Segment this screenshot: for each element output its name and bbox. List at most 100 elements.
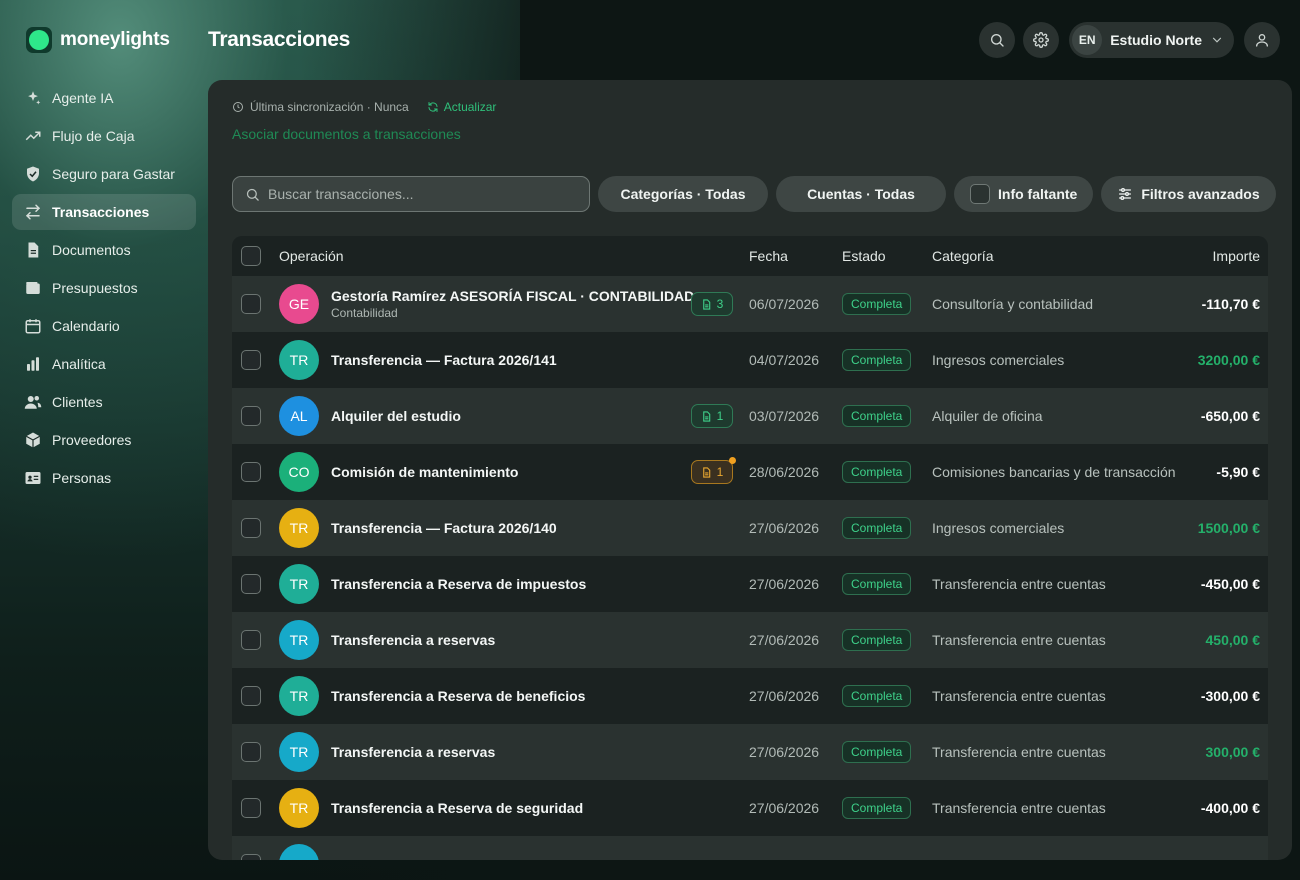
sidebar-item-documentos[interactable]: Documentos [12, 232, 196, 268]
header-amount[interactable]: Importe [1213, 248, 1260, 264]
table-row[interactable]: GE Gestoría Ramírez ASESORÍA FISCAL · CON… [232, 276, 1268, 332]
row-checkbox[interactable] [241, 798, 261, 818]
row-checkbox[interactable] [241, 574, 261, 594]
date-cell: 27/06/2026 [749, 632, 820, 648]
sidebar-item-personas[interactable]: Personas [12, 460, 196, 496]
sidebar-item-proveedores[interactable]: Proveedores [12, 422, 196, 458]
status-badge: Completa [842, 349, 912, 371]
refresh-label: Actualizar [443, 100, 497, 114]
table-row[interactable]: CO Comisión de mantenimiento 1 28/06/2026 Co… [232, 444, 1268, 500]
sidebar-item-label: Clientes [52, 394, 103, 410]
user-profile-button[interactable] [1244, 22, 1280, 58]
refresh-button[interactable]: Actualizar [427, 100, 497, 114]
category-cell[interactable]: Alquiler de oficina [932, 408, 1182, 424]
category-cell[interactable]: Transferencia entre cuentas [932, 744, 1182, 760]
row-checkbox[interactable] [241, 686, 261, 706]
category-cell[interactable]: Transferencia entre cuentas [932, 576, 1182, 592]
category-cell[interactable]: Ingresos comerciales [932, 352, 1182, 368]
category-cell[interactable]: Comisiones bancarias y de transacción [932, 464, 1182, 480]
row-checkbox[interactable] [241, 742, 261, 762]
date-cell: 27/06/2026 [749, 576, 820, 592]
category-cell[interactable]: Ingresos comerciales [932, 520, 1182, 536]
categories-filter[interactable]: Categorías · Todas [598, 176, 768, 212]
amount-cell: 300,00 € [1205, 744, 1261, 760]
table-row[interactable]: TR Transferencia a Reserva de beneficios 2… [232, 668, 1268, 724]
organization-switcher[interactable]: EN Estudio Norte [1069, 22, 1234, 58]
sidebar-item-transacciones[interactable]: Transacciones [12, 194, 196, 230]
accounts-filter[interactable]: Cuentas · Todas [776, 176, 946, 212]
avatar: GE [279, 284, 319, 324]
table-row[interactable]: TR Transferencia a Reserva de impuestos 27… [232, 556, 1268, 612]
row-checkbox[interactable] [241, 462, 261, 482]
row-checkbox[interactable] [241, 854, 261, 860]
row-checkbox[interactable] [241, 350, 261, 370]
missing-info-toggle[interactable]: Info faltante [954, 176, 1094, 212]
sidebar-item-clientes[interactable]: Clientes [12, 384, 196, 420]
sidebar-item-presupuestos[interactable]: Presupuestos [12, 270, 196, 306]
sliders-icon [1119, 188, 1132, 200]
id-card-icon [24, 469, 42, 487]
table-row[interactable]: TR Transferencia — Factura 2026/141 04/07/… [232, 332, 1268, 388]
avatar [279, 844, 319, 860]
date-cell: 04/07/2026 [749, 352, 820, 368]
status-badge: Completa [842, 405, 912, 427]
documents-count: 3 [716, 297, 724, 311]
page-title: Transacciones [208, 28, 351, 51]
sidebar-item-flujo-de-caja[interactable]: Flujo de Caja [12, 118, 196, 154]
table-row[interactable] [232, 836, 1268, 860]
missing-info-checkbox[interactable] [970, 184, 990, 204]
advanced-filters-button[interactable]: Filtros avanzados [1101, 176, 1276, 212]
sidebar-item-agente-ia[interactable]: Agente IA [12, 80, 196, 116]
row-checkbox[interactable] [241, 630, 261, 650]
document-icon [701, 410, 712, 422]
table-row[interactable]: AL Alquiler del estudio 1 03/07/2026 Complet… [232, 388, 1268, 444]
documents-badge[interactable]: 1 [691, 457, 736, 484]
header-operation[interactable]: Operación [279, 248, 344, 264]
sidebar-item-calendario[interactable]: Calendario [12, 308, 196, 344]
header-date[interactable]: Fecha [749, 248, 788, 264]
category-cell[interactable]: Transferencia entre cuentas [932, 800, 1182, 816]
header-status[interactable]: Estado [842, 248, 886, 264]
category-cell[interactable]: Transferencia entre cuentas [932, 632, 1182, 648]
sidebar-item-seguro-para-gastar[interactable]: Seguro para Gastar [12, 156, 196, 192]
header-actions: EN Estudio Norte [979, 22, 1280, 58]
user-icon [1256, 34, 1268, 47]
category-cell[interactable]: Consultoría y contabilidad [932, 296, 1182, 312]
documents-badge[interactable]: 3 [691, 292, 733, 316]
table-row[interactable]: TR Transferencia — Factura 2026/140 27/06/… [232, 500, 1268, 556]
row-checkbox[interactable] [241, 294, 261, 314]
operation-cell: Transferencia a Reserva de seguridad [331, 800, 583, 816]
sidebar: moneylights Agente IA Flujo de Caja Seguro… [0, 0, 208, 880]
table-row[interactable]: TR Transferencia a Reserva de seguridad 27… [232, 780, 1268, 836]
avatar: AL [279, 396, 319, 436]
amount-cell: -650,00 € [1200, 408, 1260, 424]
category-cell[interactable]: Transferencia entre cuentas [932, 688, 1182, 704]
search-button[interactable] [979, 22, 1016, 58]
search-field[interactable] [232, 176, 590, 212]
chevron-down-icon [1212, 37, 1222, 43]
row-checkbox[interactable] [241, 518, 261, 538]
advanced-filters-label: Filtros avanzados [1141, 186, 1260, 202]
table-row[interactable]: TR Transferencia a reservas 27/06/2026 Comp… [232, 724, 1268, 780]
search-input[interactable] [268, 186, 568, 202]
avatar: TR [279, 620, 319, 660]
select-all-checkbox[interactable] [241, 246, 261, 266]
documents-badge[interactable]: 1 [691, 404, 733, 428]
operation-cell: Gestoría Ramírez ASESORÍA FISCAL · CONTA… [331, 288, 694, 320]
operation-name: Transferencia a reservas [331, 632, 496, 648]
shield-check-icon [24, 165, 42, 183]
sidebar-item-analítica[interactable]: Analítica [12, 346, 196, 382]
app-logo[interactable]: moneylights [26, 27, 170, 53]
date-cell: 27/06/2026 [749, 800, 820, 816]
amount-cell: -110,70 € [1201, 296, 1260, 312]
table-row[interactable]: TR Transferencia a reservas 27/06/2026 Comp… [232, 612, 1268, 668]
associate-documents-link[interactable]: Asociar documentos a transacciones [232, 126, 461, 142]
operation-name: Transferencia a reservas [331, 744, 496, 760]
sidebar-item-label: Proveedores [52, 432, 132, 448]
operation-cell: Transferencia — Factura 2026/141 [331, 352, 557, 368]
header-category[interactable]: Categoría [932, 248, 993, 264]
settings-button[interactable] [1023, 22, 1060, 58]
date-cell: 03/07/2026 [749, 408, 820, 424]
sidebar-item-label: Flujo de Caja [52, 128, 135, 144]
row-checkbox[interactable] [241, 406, 261, 426]
